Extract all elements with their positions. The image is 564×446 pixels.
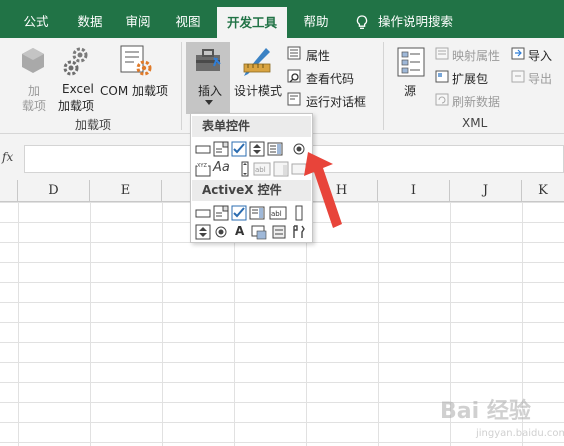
insert-controls-dropdown: 表单控件 XYZ Aa abl ActiveX 控件 abl A xyxy=(190,113,313,243)
expansion-pack-button[interactable]: 扩展包 xyxy=(452,70,488,87)
view-code-button[interactable]: 查看代码 xyxy=(306,70,354,87)
activex-controls-heading: ActiveX 控件 xyxy=(192,180,311,201)
grid-line xyxy=(18,202,19,446)
com-addins-button[interactable]: COM 加载项 xyxy=(100,82,168,99)
column-header-h[interactable]: H xyxy=(306,180,378,202)
xyz-text: XYZ xyxy=(197,163,207,169)
combo-dropdown-edit-control-icon[interactable] xyxy=(291,161,307,177)
view-code-icon xyxy=(287,69,301,83)
group-label-xml: XML xyxy=(462,116,488,130)
run-dialog-button[interactable]: 运行对话框 xyxy=(306,93,366,110)
com-addins-icon xyxy=(120,45,152,76)
list-box-control-icon[interactable] xyxy=(267,141,283,157)
spin-button-control-icon[interactable] xyxy=(249,141,265,157)
tell-me-search[interactable]: 操作说明搜索 xyxy=(378,0,458,38)
activex-scroll-bar-icon[interactable] xyxy=(291,205,307,221)
insert-button-label: 插入 xyxy=(198,84,223,98)
activex-image-icon[interactable] xyxy=(251,224,267,240)
column-header-k[interactable]: K xyxy=(522,180,564,202)
watermark-logo: Bai 经验 xyxy=(440,399,531,424)
abl-text: abl xyxy=(255,166,266,174)
properties-button[interactable]: 属性 xyxy=(306,47,330,64)
column-header-d[interactable]: D xyxy=(18,180,90,202)
column-header-stub xyxy=(0,180,18,202)
grid-line xyxy=(162,202,163,446)
activex-combo-box-icon[interactable] xyxy=(213,205,229,221)
xml-source-button[interactable]: 源 xyxy=(404,82,416,99)
combo-box-control-icon[interactable] xyxy=(213,141,229,157)
tab-data[interactable]: 数据 xyxy=(70,0,110,38)
run-dialog-icon xyxy=(287,92,301,106)
import-icon xyxy=(511,47,525,60)
checkbox-control-icon[interactable] xyxy=(231,141,247,157)
fx-icon[interactable]: fx xyxy=(0,145,18,169)
activex-list-box-icon[interactable] xyxy=(249,205,265,221)
export-icon xyxy=(511,70,525,83)
column-header-e[interactable]: E xyxy=(90,180,162,202)
group-divider xyxy=(181,42,182,130)
more-controls-icon[interactable] xyxy=(291,224,307,240)
chevron-down-icon xyxy=(205,100,213,105)
toolbox-icon xyxy=(196,49,221,71)
gear-icon xyxy=(63,47,88,76)
option-button-control-icon[interactable] xyxy=(291,141,307,157)
group-box-control-icon[interactable]: XYZ xyxy=(195,161,211,177)
activex-text-box-icon[interactable]: abl xyxy=(269,205,287,221)
activex-option-button-icon[interactable] xyxy=(213,224,229,240)
tab-review[interactable]: 审阅 xyxy=(118,0,158,38)
import-button[interactable]: 导入 xyxy=(528,47,552,64)
xml-source-icon xyxy=(397,47,425,77)
addins-icon xyxy=(22,48,44,73)
tab-formulas[interactable]: 公式 xyxy=(16,0,56,38)
group-divider xyxy=(383,42,384,130)
watermark-url: jingyan.baidu.com xyxy=(476,428,564,439)
button-control-icon[interactable] xyxy=(195,141,211,157)
export-button[interactable]: 导出 xyxy=(528,70,552,87)
combo-list-edit-control-icon[interactable] xyxy=(273,161,289,177)
abl-text: abl xyxy=(271,210,282,218)
label-control-icon[interactable]: Aa xyxy=(213,160,230,175)
tab-view[interactable]: 视图 xyxy=(168,0,208,38)
column-header-i[interactable]: I xyxy=(378,180,450,202)
text-field-control-icon[interactable]: abl xyxy=(253,161,271,177)
grid-line xyxy=(90,202,91,446)
activex-command-button-icon[interactable] xyxy=(195,205,211,221)
activex-toggle-button-icon[interactable] xyxy=(271,224,287,240)
column-header-j[interactable]: J xyxy=(450,180,522,202)
excel-addins-button-line2[interactable]: 加载项 xyxy=(58,97,94,114)
tab-help[interactable]: 帮助 xyxy=(296,0,336,38)
activex-spin-button-icon[interactable] xyxy=(195,224,211,240)
group-label-addins: 加载项 xyxy=(75,118,112,132)
map-properties-icon xyxy=(435,47,449,60)
scroll-bar-control-icon[interactable] xyxy=(237,161,253,177)
design-mode-icon xyxy=(243,48,271,76)
activex-label-icon[interactable]: A xyxy=(235,224,244,238)
addins-button-line2[interactable]: 载项 xyxy=(22,97,46,114)
design-mode-button[interactable]: 设计模式 xyxy=(234,82,282,99)
form-controls-heading: 表单控件 xyxy=(192,116,311,137)
excel-addins-button-line1[interactable]: Excel xyxy=(62,82,94,96)
properties-icon xyxy=(287,46,301,60)
refresh-data-button[interactable]: 刷新数据 xyxy=(452,93,500,110)
grid-line xyxy=(378,202,379,446)
refresh-data-icon xyxy=(435,93,449,106)
map-properties-button[interactable]: 映射属性 xyxy=(452,47,500,64)
expansion-pack-icon xyxy=(435,70,449,83)
lightbulb-icon xyxy=(356,15,368,29)
ribbon-tab-bar: 公式 数据 审阅 视图 开发工具 帮助 操作说明搜索 xyxy=(0,0,564,45)
activex-checkbox-icon[interactable] xyxy=(231,205,247,221)
